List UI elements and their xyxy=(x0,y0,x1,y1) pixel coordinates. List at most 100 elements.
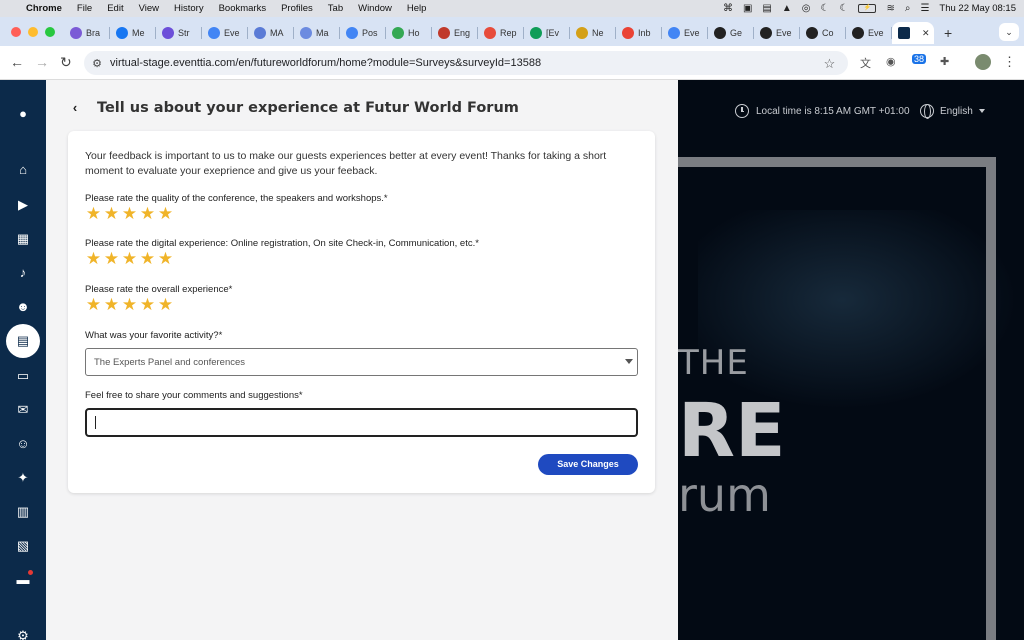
extension-shield-icon[interactable]: ◉ xyxy=(886,55,896,68)
browser-tab[interactable]: Pos xyxy=(340,22,386,44)
surveys-icon[interactable]: ▤ xyxy=(6,324,40,358)
save-changes-button[interactable]: Save Changes xyxy=(538,454,638,475)
survey-panel: ‹ Tell us about your experience at Futur… xyxy=(46,80,678,640)
ideas-bulb-icon[interactable]: ✦ xyxy=(13,468,33,488)
sponsors-card-icon[interactable]: ▭ xyxy=(13,366,33,386)
star-icon[interactable]: ★ xyxy=(157,296,174,313)
zoom-window-button[interactable] xyxy=(45,27,55,37)
star-icon[interactable]: ★ xyxy=(103,205,120,222)
star-icon[interactable]: ★ xyxy=(139,296,156,313)
home-icon[interactable]: ⌂ xyxy=(13,160,33,180)
networking-icon[interactable]: ☺ xyxy=(13,434,33,454)
browser-tab[interactable]: Eve xyxy=(754,22,800,44)
question-1-rating[interactable]: ★ ★ ★ ★ ★ xyxy=(85,205,174,222)
browser-tab-active[interactable]: ✕ xyxy=(892,22,934,44)
clipboard-icon[interactable]: ▤ xyxy=(762,3,771,14)
browser-tab[interactable]: Co xyxy=(800,22,846,44)
star-icon[interactable]: ★ xyxy=(121,205,138,222)
star-icon[interactable]: ★ xyxy=(139,250,156,267)
browser-tab[interactable]: Ge xyxy=(708,22,754,44)
tab-label: Eve xyxy=(684,28,700,38)
star-icon[interactable]: ★ xyxy=(85,250,102,267)
close-window-button[interactable] xyxy=(11,27,21,37)
menu-view[interactable]: View xyxy=(139,3,159,14)
star-icon[interactable]: ★ xyxy=(103,250,120,267)
extensions-puzzle-icon[interactable]: ✚ xyxy=(940,55,949,68)
browser-tab[interactable]: [Ev xyxy=(524,22,570,44)
question-3-rating[interactable]: ★ ★ ★ ★ ★ xyxy=(85,296,174,313)
star-icon[interactable]: ★ xyxy=(157,205,174,222)
browser-tab[interactable]: Ne xyxy=(570,22,616,44)
user-profile-icon[interactable]: ● xyxy=(13,104,33,124)
minimize-window-button[interactable] xyxy=(28,27,38,37)
browser-tab[interactable]: MA xyxy=(248,22,294,44)
menu-window[interactable]: Window xyxy=(358,3,392,14)
forward-arrow-icon[interactable]: → xyxy=(35,54,49,70)
focus-icon[interactable]: ◎ xyxy=(802,3,811,14)
spotlight-icon[interactable]: ⌕ xyxy=(905,3,911,14)
browser-tab[interactable]: Rep xyxy=(478,22,524,44)
menu-help[interactable]: Help xyxy=(407,3,427,14)
drive-icon[interactable]: ▲ xyxy=(782,3,792,14)
browser-tab[interactable]: Eve xyxy=(662,22,708,44)
tab-favicon-icon xyxy=(392,27,404,39)
browser-tab[interactable]: Eng xyxy=(432,22,478,44)
star-icon[interactable]: ★ xyxy=(121,250,138,267)
star-icon[interactable]: ★ xyxy=(85,205,102,222)
extension-badge[interactable]: 38 xyxy=(912,54,927,64)
control-icon[interactable]: ⌘ xyxy=(723,3,733,14)
language-selector[interactable]: English xyxy=(920,104,985,119)
moon-icon[interactable]: ☾ xyxy=(821,3,830,14)
star-icon[interactable]: ★ xyxy=(139,205,156,222)
menu-profiles[interactable]: Profiles xyxy=(281,3,313,14)
back-arrow-icon[interactable]: ← xyxy=(10,54,24,70)
wifi-icon[interactable]: ≋ xyxy=(886,3,894,14)
menubar-clock[interactable]: Thu 22 May 08:15 xyxy=(939,3,1016,14)
star-icon[interactable]: ★ xyxy=(121,296,138,313)
favorite-activity-select[interactable]: The Experts Panel and conferences xyxy=(85,348,638,376)
browser-tab[interactable]: Eve xyxy=(202,22,248,44)
agenda-icon[interactable]: ▦ xyxy=(13,229,33,249)
browser-tab[interactable]: Eve xyxy=(846,22,892,44)
browser-tab[interactable]: Me xyxy=(110,22,156,44)
close-tab-icon[interactable]: ✕ xyxy=(922,28,930,39)
menu-edit[interactable]: Edit xyxy=(107,3,123,14)
battery-icon[interactable]: ⚡ xyxy=(858,4,877,13)
browser-tab[interactable]: Ma xyxy=(294,22,340,44)
control-center-icon[interactable]: ☰ xyxy=(920,3,929,14)
tab-search-icon[interactable]: ⌄ xyxy=(999,23,1019,41)
bookmark-star-icon[interactable]: ☆ xyxy=(821,55,838,72)
live-stage-icon[interactable]: ▶ xyxy=(13,195,33,215)
menu-app-name[interactable]: Chrome xyxy=(26,3,62,14)
menu-tab[interactable]: Tab xyxy=(328,3,343,14)
browser-tab[interactable]: Inb xyxy=(616,22,662,44)
star-icon[interactable]: ★ xyxy=(157,250,174,267)
site-info-icon[interactable]: ⚙ xyxy=(84,57,110,70)
browser-tab[interactable]: Str xyxy=(156,22,202,44)
menu-history[interactable]: History xyxy=(174,3,204,14)
star-icon[interactable]: ★ xyxy=(85,296,102,313)
settings-gear-icon[interactable]: ⚙ xyxy=(13,626,33,640)
chat-icon[interactable]: ✉ xyxy=(13,400,33,420)
address-bar[interactable]: ⚙ virtual-stage.eventtia.com/en/futurewo… xyxy=(84,51,848,75)
profile-avatar[interactable] xyxy=(975,54,991,70)
reload-icon[interactable]: ↻ xyxy=(60,54,72,71)
attendees-icon[interactable]: ☻ xyxy=(13,297,33,317)
screen-icon[interactable]: ▣ xyxy=(743,3,752,14)
messages-icon[interactable]: ▬ xyxy=(13,570,33,590)
speakers-mic-icon[interactable]: ♪ xyxy=(13,263,33,283)
star-icon[interactable]: ★ xyxy=(103,296,120,313)
back-chevron-icon[interactable]: ‹ xyxy=(66,99,84,117)
chrome-menu-icon[interactable]: ⋮ xyxy=(1003,54,1016,70)
moon-alt-icon[interactable]: ☾ xyxy=(839,3,848,14)
comments-input[interactable] xyxy=(85,408,638,437)
menu-bookmarks[interactable]: Bookmarks xyxy=(219,3,267,14)
browser-tab[interactable]: Ho xyxy=(386,22,432,44)
browser-tab[interactable]: Bra xyxy=(64,22,110,44)
translate-icon[interactable]: 文 xyxy=(860,55,871,71)
exhibitors-building-icon[interactable]: ▥ xyxy=(13,502,33,522)
new-tab-icon[interactable]: + xyxy=(944,25,952,41)
question-2-rating[interactable]: ★ ★ ★ ★ ★ xyxy=(85,250,174,267)
map-icon[interactable]: ▧ xyxy=(13,536,33,556)
menu-file[interactable]: File xyxy=(77,3,92,14)
